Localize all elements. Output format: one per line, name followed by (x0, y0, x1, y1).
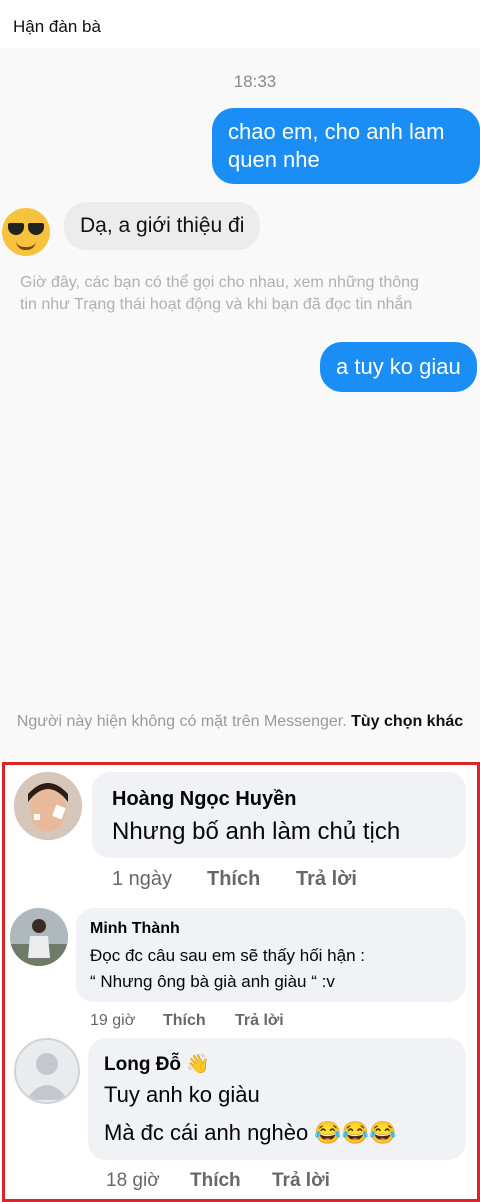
comment-bubble: Hoàng Ngọc Huyền Nhưng bố anh làm chủ tị… (92, 772, 466, 858)
comment-time: 1 ngày (112, 868, 173, 890)
sunglasses-emoji-icon (2, 208, 50, 256)
comment-text: Tuy anh ko giàu (104, 1082, 260, 1107)
avatar[interactable] (14, 772, 82, 840)
incoming-message: Dạ, a giới thiệu đi (64, 202, 261, 250)
laughing-emoji-icon: 😂😂😂 (314, 1120, 397, 1145)
comment-time: 19 giờ (90, 1012, 136, 1029)
comment-text: Đọc đc câu sau em sẽ thấy hối hận : (90, 946, 365, 965)
comment-author[interactable]: Minh Thành (90, 920, 180, 938)
outgoing-message: chao em, cho anh lam quen nhe (212, 108, 480, 184)
system-notice: Giờ đây, các bạn có thể gọi cho nhau, xe… (20, 272, 480, 316)
like-button[interactable]: Thích (207, 868, 260, 891)
reply-button[interactable]: Trả lời (296, 868, 357, 891)
like-button[interactable]: Thích (163, 1012, 206, 1030)
comment-text: “ Nhưng ông bà già anh giàu “ :v (90, 972, 335, 991)
messenger-notice: Người này hiện không có mặt trên Messeng… (0, 710, 480, 734)
avatar[interactable] (10, 908, 68, 966)
outgoing-message: a tuy ko giau (320, 342, 477, 392)
comment-time: 18 giờ (106, 1170, 160, 1191)
post-title: Hận đàn bà (13, 17, 101, 36)
comment-text-line: Mà đc cái anh nghèo (104, 1120, 309, 1145)
more-options-link[interactable]: Tùy chọn khác (351, 713, 463, 730)
like-button[interactable]: Thích (190, 1170, 241, 1192)
post-header: Hận đàn bà (0, 0, 480, 55)
comment-text: Nhưng bố anh làm chủ tịch (112, 818, 401, 845)
waving-hand-icon: 👋 (186, 1054, 210, 1075)
system-notice-line: Giờ đây, các bạn có thể gọi cho nhau, xe… (20, 274, 419, 291)
avatar[interactable] (14, 1038, 80, 1104)
reply-button[interactable]: Trả lời (272, 1170, 330, 1192)
comment-bubble: Long Đỗ 👋 Tuy anh ko giàu Mà đc cái anh … (88, 1038, 466, 1160)
comment-author[interactable]: Hoàng Ngọc Huyền (112, 788, 296, 811)
comment-bubble: Minh Thành Đọc đc câu sau em sẽ thấy hối… (76, 908, 466, 1002)
system-notice-line: tin như Trạng thái hoạt động và khi bạn … (20, 296, 413, 313)
chat-timestamp: 18:33 (233, 72, 277, 91)
comment-author[interactable]: Long Đỗ 👋 (104, 1052, 210, 1076)
reply-button[interactable]: Trả lời (235, 1012, 284, 1030)
outgoing-message-text: chao em, cho anh lam quen nhe (228, 119, 445, 172)
comment-text: Mà đc cái anh nghèo 😂😂😂 (104, 1120, 397, 1146)
comment-author-name: Long Đỗ (104, 1054, 182, 1075)
outgoing-message-text: a tuy ko giau (336, 354, 461, 379)
messenger-notice-text: Người này hiện không có mặt trên Messeng… (16, 713, 347, 730)
incoming-message-text: Dạ, a giới thiệu đi (80, 214, 245, 237)
